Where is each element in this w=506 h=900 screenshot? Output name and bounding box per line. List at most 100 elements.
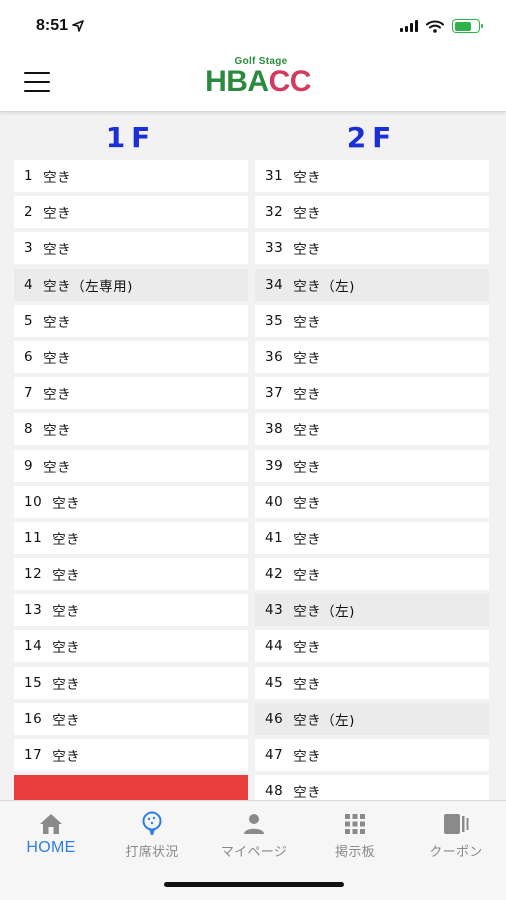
bay-status: 空き（左) bbox=[293, 712, 355, 729]
bay-number: 2 bbox=[24, 204, 34, 221]
bay-number: 41 bbox=[265, 529, 284, 546]
bay-row[interactable]: 31 空き bbox=[255, 160, 489, 192]
wifi-icon bbox=[426, 20, 444, 33]
floor-1f-label: 1F bbox=[105, 121, 157, 154]
bay-status: 空き bbox=[52, 495, 81, 512]
bay-status: 空き bbox=[43, 206, 72, 223]
bay-number: 32 bbox=[265, 204, 284, 221]
bay-number: 44 bbox=[265, 638, 284, 655]
bay-status: 空き bbox=[293, 387, 322, 404]
tab-bay-status[interactable]: 打席状況 bbox=[102, 811, 202, 860]
bay-number: 48 bbox=[265, 783, 284, 800]
bay-row[interactable]: 46 空き（左) bbox=[255, 702, 489, 735]
bay-row[interactable]: 17 空き bbox=[14, 739, 248, 771]
bay-row[interactable]: 40 空き bbox=[255, 485, 489, 518]
bay-row[interactable]: 45 空き bbox=[255, 666, 489, 699]
tab-board-label: 掲示板 bbox=[335, 845, 375, 860]
bay-row[interactable]: 47 空き bbox=[255, 739, 489, 771]
bay-number: 36 bbox=[265, 348, 284, 365]
bay-number: 43 bbox=[265, 602, 284, 619]
bay-row[interactable]: 39 空き bbox=[255, 449, 489, 482]
bay-status: 空き bbox=[43, 459, 72, 476]
hamburger-menu-icon[interactable] bbox=[24, 72, 50, 92]
bay-row[interactable]: 42 空き bbox=[255, 558, 489, 591]
tab-mypage[interactable]: マイページ bbox=[204, 811, 304, 860]
bay-row[interactable]: 4 空き（左専用) bbox=[14, 268, 248, 301]
bay-row[interactable]: 41 空き bbox=[255, 521, 489, 554]
bay-status: 空き bbox=[52, 568, 81, 585]
bay-status: 空き bbox=[43, 242, 72, 259]
bay-number: 35 bbox=[265, 312, 284, 329]
bay-status: 空き bbox=[43, 387, 72, 404]
bay-status: 空き（左専用) bbox=[43, 278, 133, 295]
bay-number: 9 bbox=[24, 457, 34, 474]
bay-row[interactable]: 35 空き bbox=[255, 304, 489, 337]
bay-status: 空き bbox=[293, 531, 322, 548]
bay-row[interactable]: 36 空き bbox=[255, 340, 489, 373]
bay-number: 39 bbox=[265, 457, 284, 474]
bay-number: 40 bbox=[265, 493, 284, 510]
bay-row[interactable]: 6 空き bbox=[14, 340, 248, 373]
bay-number: 8 bbox=[24, 421, 34, 438]
status-time: 8:51 bbox=[36, 17, 84, 35]
tab-bay-status-label: 打席状況 bbox=[125, 845, 179, 860]
bay-row[interactable]: 37 空き bbox=[255, 377, 489, 410]
bay-row[interactable]: 2 空き bbox=[14, 196, 248, 229]
bay-row[interactable]: 9 空き bbox=[14, 449, 248, 482]
bay-row[interactable]: 34 空き（左) bbox=[255, 268, 489, 301]
bay-status: 空き bbox=[43, 423, 72, 440]
bay-number: 1 bbox=[24, 168, 34, 184]
bay-status: 空き bbox=[52, 640, 81, 657]
bay-row[interactable]: 16 空き bbox=[14, 702, 248, 735]
bay-number: 6 bbox=[24, 348, 34, 365]
tab-mypage-label: マイページ bbox=[220, 845, 288, 860]
bay-number: 47 bbox=[265, 747, 284, 763]
bay-row[interactable]: 1 空き bbox=[14, 160, 248, 192]
bay-number: 13 bbox=[24, 602, 43, 619]
bay-status: 空き bbox=[293, 749, 322, 765]
clock-text: 8:51 bbox=[36, 17, 69, 34]
bay-number: 42 bbox=[265, 566, 284, 583]
bay-row[interactable]: 10 空き bbox=[14, 485, 248, 518]
bay-row[interactable]: 38 空き bbox=[255, 413, 489, 446]
bay-status: 空き bbox=[293, 785, 322, 800]
golf-stage-logo[interactable]: Golf Stage HBACC bbox=[205, 56, 311, 106]
bay-row[interactable]: 3 空き bbox=[14, 232, 248, 265]
tab-board[interactable]: 掲示板 bbox=[305, 811, 405, 860]
bay-row[interactable]: 14 空き bbox=[14, 630, 248, 663]
bay-row[interactable] bbox=[14, 775, 248, 800]
bay-row[interactable]: 5 空き bbox=[14, 304, 248, 337]
status-icons bbox=[400, 19, 483, 33]
bay-row[interactable]: 44 空き bbox=[255, 630, 489, 663]
bay-row[interactable]: 43 空き（左) bbox=[255, 594, 489, 627]
status-bar: 8:51 bbox=[0, 0, 506, 52]
tab-home-label: HOME bbox=[26, 839, 76, 856]
bay-number: 12 bbox=[24, 566, 43, 583]
bay-row[interactable]: 8 空き bbox=[14, 413, 248, 446]
bay-row[interactable]: 13 空き bbox=[14, 594, 248, 627]
tab-coupon-label: クーポン bbox=[429, 845, 483, 860]
bay-row[interactable]: 32 空き bbox=[255, 196, 489, 229]
battery-charging-icon bbox=[452, 19, 483, 33]
home-indicator[interactable] bbox=[164, 882, 344, 887]
logo-wordmark: HBACC bbox=[205, 65, 311, 98]
bay-row[interactable]: 15 空き bbox=[14, 666, 248, 699]
home-icon bbox=[40, 814, 62, 834]
bay-row[interactable]: 12 空き bbox=[14, 558, 248, 591]
bay-number: 45 bbox=[265, 674, 284, 691]
bay-row[interactable]: 7 空き bbox=[14, 377, 248, 410]
bay-row[interactable]: 11 空き bbox=[14, 521, 248, 554]
bay-number: 37 bbox=[265, 385, 284, 402]
bay-status: 空き bbox=[52, 531, 81, 548]
bay-number: 3 bbox=[24, 240, 34, 257]
tab-coupon[interactable]: クーポン bbox=[406, 811, 506, 860]
bay-status: 空き bbox=[293, 314, 322, 331]
tab-home[interactable]: HOME bbox=[1, 811, 101, 857]
bay-status-list[interactable]: 1F 2F 1 空き 2 空き 3 空き 4 空き（左専用) 5 空き 6 空き 7 空き 8 空き 9 空き 10… bbox=[0, 113, 506, 800]
bay-status: 空き bbox=[293, 568, 322, 585]
bay-number: 16 bbox=[24, 710, 43, 727]
bay-status: 空き bbox=[293, 350, 322, 367]
bay-row[interactable]: 33 空き bbox=[255, 232, 489, 265]
bay-status: 空き bbox=[43, 350, 72, 367]
bay-row[interactable]: 48 空き bbox=[255, 775, 489, 800]
